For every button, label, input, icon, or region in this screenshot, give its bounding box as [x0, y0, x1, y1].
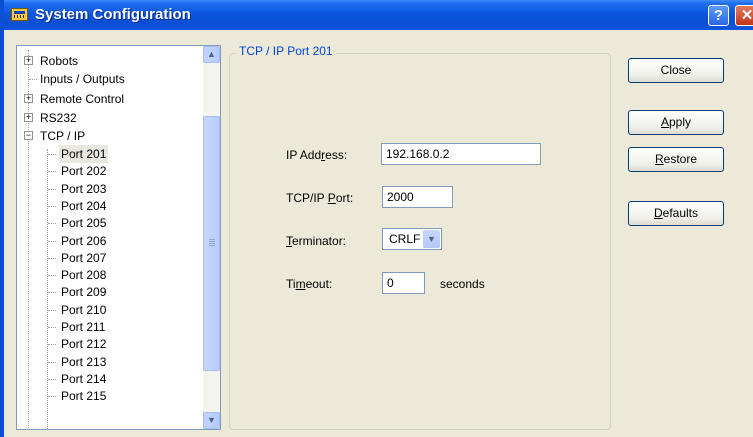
- tree-item-port[interactable]: Port 214: [17, 370, 197, 388]
- tree-item-port[interactable]: Port 202: [17, 162, 197, 180]
- terminator-value: CRLF: [389, 232, 421, 246]
- tree-item-port[interactable]: Port 204: [17, 197, 197, 215]
- tree-item-port[interactable]: Port 211: [17, 318, 197, 336]
- help-button[interactable]: ?: [708, 5, 729, 26]
- tree-item-port[interactable]: Port 205: [17, 214, 197, 232]
- grip-icon: [209, 239, 215, 247]
- tree-connector: [48, 292, 56, 293]
- tcp-port-field[interactable]: 2000: [382, 186, 453, 208]
- tree-item-label: TCP / IP: [40, 129, 86, 143]
- tree-item-port[interactable]: Port 215: [17, 387, 197, 405]
- tree-item-label: Port 208: [61, 268, 107, 282]
- tree-connector: [48, 154, 56, 155]
- tree-connector: [48, 206, 56, 207]
- tree-item-rs232[interactable]: + RS232: [17, 109, 197, 127]
- ip-address-label: IP Address:: [286, 148, 348, 162]
- tree-connector: [48, 327, 56, 328]
- tcp-port-label: TCP/IP Port:: [286, 191, 354, 205]
- tree-item-label: Robots: [40, 54, 79, 68]
- scroll-thumb[interactable]: [203, 116, 220, 371]
- tree-connector: [48, 223, 56, 224]
- app-icon: [11, 8, 28, 21]
- tree-connector: [48, 241, 56, 242]
- tree-item-label: Port 207: [61, 251, 107, 265]
- collapse-icon[interactable]: −: [24, 131, 33, 140]
- system-configuration-window: System Configuration ? ✕ + Robots Inputs…: [0, 0, 753, 437]
- tree-connector: [48, 275, 56, 276]
- expand-icon[interactable]: +: [24, 113, 33, 122]
- window-close-button[interactable]: ✕: [735, 5, 753, 26]
- timeout-unit-label: seconds: [440, 277, 485, 291]
- tree-connector: [48, 344, 56, 345]
- tree-scrollbar[interactable]: ▲ ▼: [203, 46, 220, 429]
- close-button[interactable]: Close: [628, 58, 724, 83]
- tree-item-label: Port 204: [61, 199, 107, 213]
- tree-item-label: Port 209: [61, 285, 107, 299]
- tree-connector: [29, 79, 37, 80]
- tree-connector: [48, 258, 56, 259]
- expand-icon[interactable]: +: [24, 94, 33, 103]
- tree-item-label: Port 211: [61, 320, 106, 334]
- tree-item-label: Port 214: [61, 372, 107, 386]
- tree-item-label: Port 213: [61, 355, 107, 369]
- terminator-label: Terminator:: [286, 234, 347, 248]
- tree-connector: [48, 171, 56, 172]
- tree-item-port[interactable]: Port 206: [17, 232, 197, 250]
- tree-item-label: Port 202: [61, 164, 107, 178]
- group-title: TCP / IP Port 201: [236, 44, 336, 58]
- tree-item-port[interactable]: Port 201: [17, 145, 197, 163]
- tree-item-inputs-outputs[interactable]: Inputs / Outputs: [17, 70, 197, 88]
- tree-connector: [48, 379, 56, 380]
- tree-item-remote-control[interactable]: + Remote Control: [17, 90, 197, 108]
- apply-button[interactable]: Apply: [628, 110, 724, 135]
- window-title: System Configuration: [35, 6, 191, 23]
- chevron-down-icon[interactable]: ▼: [423, 230, 440, 248]
- tree-item-port[interactable]: Port 212: [17, 335, 197, 353]
- ip-address-field[interactable]: 192.168.0.2: [381, 143, 541, 165]
- tree-item-port[interactable]: Port 208: [17, 266, 197, 284]
- tree-item-label: Port 210: [61, 303, 107, 317]
- expand-icon[interactable]: +: [24, 56, 33, 65]
- scroll-down-button[interactable]: ▼: [203, 412, 220, 429]
- tree-item-label: Port 215: [61, 389, 107, 403]
- tree-item-port[interactable]: Port 207: [17, 249, 197, 267]
- tree-connector: [48, 310, 56, 311]
- tree-item-label: Port 201: [59, 145, 109, 163]
- tree-item-port[interactable]: Port 213: [17, 353, 197, 371]
- tree-item-label: Inputs / Outputs: [40, 72, 125, 86]
- tree-item-port[interactable]: Port 210: [17, 301, 197, 319]
- config-tree[interactable]: + Robots Inputs / Outputs + Remote Contr…: [16, 45, 221, 430]
- tree-connector: [48, 396, 56, 397]
- title-bar[interactable]: System Configuration ? ✕: [4, 0, 753, 30]
- tree-item-tcp-ip[interactable]: − TCP / IP: [17, 127, 197, 145]
- tree-item-label: Port 212: [61, 337, 107, 351]
- tree-item-port[interactable]: Port 209: [17, 283, 197, 301]
- timeout-label: Timeout:: [286, 277, 333, 291]
- tree-item-label: Port 206: [61, 234, 107, 248]
- tree-item-label: Port 205: [61, 216, 107, 230]
- timeout-field[interactable]: 0: [382, 272, 425, 294]
- tree-connector: [48, 362, 56, 363]
- scroll-up-button[interactable]: ▲: [203, 46, 220, 63]
- defaults-button[interactable]: Defaults: [628, 201, 724, 226]
- terminator-select[interactable]: CRLF ▼: [382, 228, 442, 250]
- restore-button[interactable]: Restore: [628, 147, 724, 172]
- tree-connector: [48, 189, 56, 190]
- tree-item-label: RS232: [40, 111, 77, 125]
- tree-item-port[interactable]: Port 203: [17, 180, 197, 198]
- tree-item-label: Port 203: [61, 182, 107, 196]
- tree-item-robots[interactable]: + Robots: [17, 52, 197, 70]
- tree-item-label: Remote Control: [40, 92, 125, 106]
